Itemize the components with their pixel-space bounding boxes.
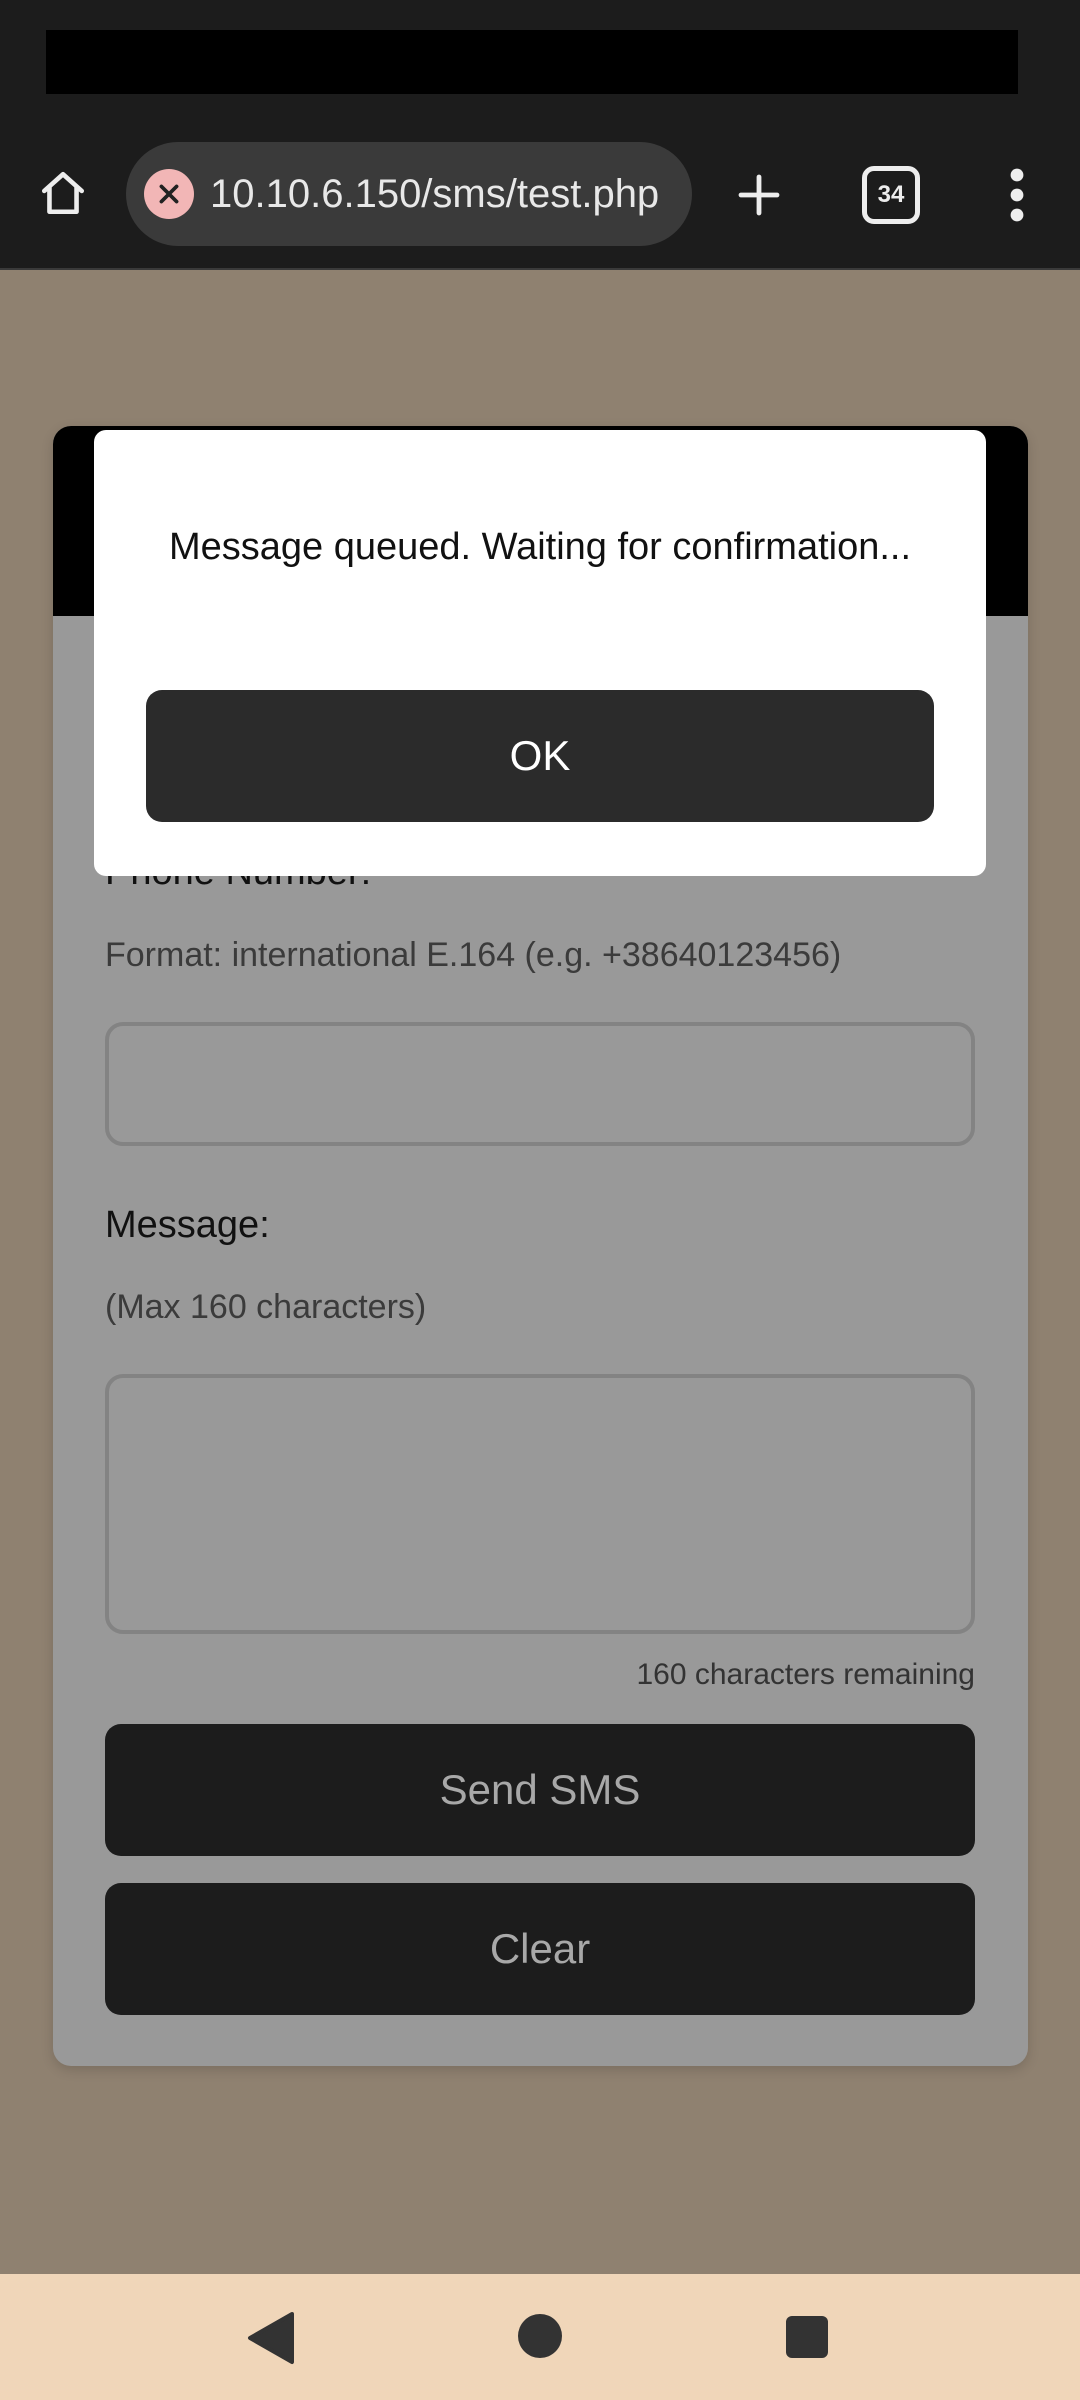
message-max-hint: (Max 160 characters) (105, 1288, 427, 1326)
insecure-connection-icon[interactable] (144, 169, 194, 219)
message-label: Message: (105, 1204, 270, 1246)
dialog-message: Message queued. Waiting for confirmation… (168, 526, 912, 568)
tab-switcher-button[interactable]: 34 (862, 166, 920, 224)
more-vert-icon (1010, 168, 1024, 222)
message-textarea[interactable] (105, 1374, 975, 1634)
send-sms-button[interactable]: Send SMS (105, 1724, 975, 1856)
characters-remaining: 160 characters remaining (636, 1658, 975, 1691)
alert-dialog: Message queued. Waiting for confirmation… (94, 430, 986, 876)
ok-button[interactable]: OK (146, 690, 934, 822)
home-circle-icon[interactable] (518, 2314, 562, 2358)
phone-input[interactable] (105, 1022, 975, 1146)
home-icon (41, 171, 85, 215)
phone-format-hint: Format: international E.164 (e.g. +38640… (105, 936, 842, 974)
status-bar (0, 0, 1080, 120)
plus-icon (738, 174, 780, 216)
home-button[interactable] (30, 160, 96, 226)
clear-button[interactable]: Clear (105, 1883, 975, 2015)
new-tab-button[interactable] (724, 160, 794, 230)
tab-count: 34 (877, 181, 905, 208)
address-bar[interactable]: 10.10.6.150/sms/test.php (126, 142, 692, 246)
status-bar-redacted (46, 30, 1018, 94)
back-icon[interactable] (244, 2310, 294, 2366)
more-menu-button[interactable] (992, 160, 1042, 230)
url-text[interactable]: 10.10.6.150/sms/test.php (210, 170, 680, 218)
recents-icon[interactable] (786, 2316, 828, 2358)
system-nav-bar (0, 2274, 1080, 2400)
browser-toolbar: 10.10.6.150/sms/test.php 34 (0, 120, 1080, 270)
